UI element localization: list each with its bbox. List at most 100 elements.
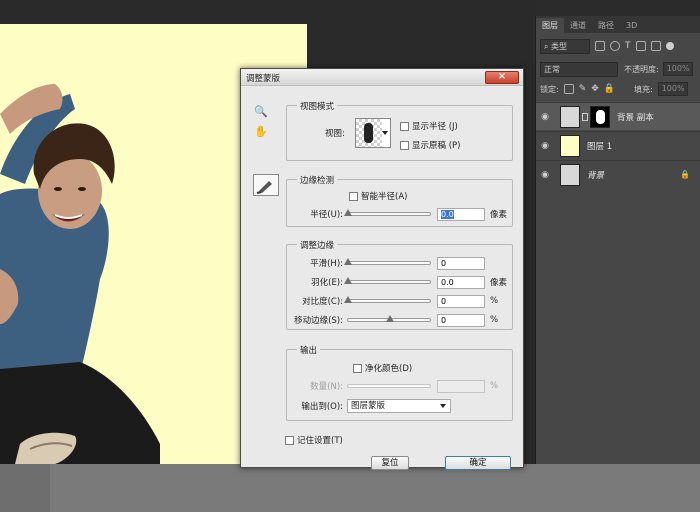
adjust-edge-title: 调整边缘 xyxy=(297,239,338,251)
tab-channels[interactable]: 通道 xyxy=(564,18,592,33)
view-preview-dropdown[interactable] xyxy=(355,118,391,148)
contrast-slider[interactable] xyxy=(344,296,431,303)
reset-button[interactable]: 复位 xyxy=(371,456,409,470)
contrast-input[interactable]: 0 xyxy=(437,294,485,308)
show-original-row[interactable]: 显示原稿 (P) xyxy=(400,138,460,152)
feather-slider[interactable] xyxy=(344,277,431,284)
chain-link-icon[interactable] xyxy=(582,112,588,121)
status-strip-left xyxy=(0,464,50,512)
lock-row: 锁定: ✎ ✥ 🔒 填充: 100% xyxy=(540,81,696,97)
fill-input[interactable]: 100% xyxy=(657,82,688,96)
layers-panel: 图层 通道 路径 3D ⌕ 类型 T 正常 不透明度: 100% 锁定: ✎ ✥… xyxy=(535,16,700,464)
adjust-edge-group: 调整边缘 平滑(H): 0 羽化(E): 0.0 像素 对比度(C): 0 % … xyxy=(286,239,513,330)
output-to-label: 输出到(O): xyxy=(301,402,343,412)
remember-settings-row[interactable]: 记住设置(T) xyxy=(285,433,343,447)
tab-paths[interactable]: 路径 xyxy=(592,18,620,33)
layer-thumbnail xyxy=(560,105,580,128)
opacity-input[interactable]: 100% xyxy=(662,62,693,76)
show-original-checkbox[interactable] xyxy=(400,140,409,150)
pixel-filter-icon[interactable] xyxy=(595,41,605,51)
contrast-unit: % xyxy=(490,296,499,306)
output-group: 输出 净化颜色(D) 数量(N): % 输出到(O): 图层蒙版 xyxy=(286,344,513,421)
radius-input[interactable]: 0.0 xyxy=(437,207,485,221)
smooth-slider-knob[interactable] xyxy=(344,258,352,265)
filter-kind-dropdown[interactable]: ⌕ 类型 xyxy=(540,38,590,54)
decontaminate-label: 净化颜色(D) xyxy=(365,364,413,374)
output-to-dropdown[interactable]: 图层蒙版 xyxy=(347,399,451,413)
feather-input[interactable]: 0.0 xyxy=(437,275,485,289)
shift-edge-row: 移动边缘(S): 0 % xyxy=(287,313,498,327)
show-radius-row[interactable]: 显示半径 (J) xyxy=(400,119,458,133)
smooth-slider[interactable] xyxy=(344,258,431,265)
layer-mask-thumbnail[interactable] xyxy=(590,105,610,128)
smart-object-filter-icon[interactable] xyxy=(650,41,661,51)
amount-label: 数量(N): xyxy=(310,382,343,392)
smooth-label: 平滑(H): xyxy=(310,259,343,269)
show-original-label: 显示原稿 (P) xyxy=(412,141,461,151)
edge-detection-group: 边缘检测 智能半径(A) 半径(U): 0.0 像素 xyxy=(286,174,513,227)
lock-transparent-icon[interactable] xyxy=(563,84,574,94)
refine-radius-tool-button[interactable] xyxy=(253,174,279,196)
layer-name: 图层 1 xyxy=(587,141,613,152)
smooth-input[interactable]: 0 xyxy=(437,256,485,270)
dialog-titlebar[interactable]: 调整蒙版 × xyxy=(241,69,523,86)
status-strip xyxy=(0,464,700,512)
blend-row: 正常 不透明度: 100% xyxy=(540,61,696,77)
decontaminate-checkbox[interactable] xyxy=(353,363,362,373)
ok-button[interactable]: 确定 xyxy=(445,456,511,470)
show-radius-checkbox[interactable] xyxy=(400,121,409,131)
decontaminate-row[interactable]: 净化颜色(D) xyxy=(353,361,412,375)
type-filter-icon[interactable]: T xyxy=(625,41,631,51)
radius-value: 0.0 xyxy=(441,209,454,219)
layer-row-layer1[interactable]: ◉ 图层 1 xyxy=(536,131,700,159)
shift-edge-slider-knob[interactable] xyxy=(386,315,394,322)
dialog-title: 调整蒙版 xyxy=(246,74,281,84)
radius-row: 半径(U): 0.0 像素 xyxy=(287,207,507,221)
radius-slider[interactable] xyxy=(344,209,431,216)
opacity-label: 不透明度: xyxy=(624,64,659,74)
blend-mode-dropdown[interactable]: 正常 xyxy=(540,61,618,77)
filter-toggle-icon[interactable] xyxy=(665,42,674,50)
eye-icon[interactable]: ◉ xyxy=(536,141,554,151)
output-to-value: 图层蒙版 xyxy=(351,401,386,411)
smart-radius-checkbox[interactable] xyxy=(349,191,358,201)
lock-icon: 🔒 xyxy=(680,170,690,179)
zoom-icon[interactable]: 🔍 xyxy=(252,103,270,121)
brush-icon[interactable]: ✎ xyxy=(579,84,587,94)
shape-filter-icon[interactable] xyxy=(635,41,646,51)
layer-name: 背景 xyxy=(587,170,605,181)
eye-icon[interactable]: ◉ xyxy=(536,170,554,180)
amount-unit: % xyxy=(490,381,499,391)
show-radius-label: 显示半径 (J) xyxy=(412,122,458,132)
search-icon: ⌕ xyxy=(544,41,552,51)
fill-label: 填充: xyxy=(634,84,653,94)
contrast-label: 对比度(C): xyxy=(302,297,343,307)
tab-layers[interactable]: 图层 xyxy=(536,18,564,33)
lock-label: 锁定: xyxy=(540,84,559,94)
adjustment-filter-icon[interactable] xyxy=(610,41,620,51)
view-row: 视图: xyxy=(325,126,345,140)
layer-row-background-copy[interactable]: ◉ 背景 副本 xyxy=(536,102,700,130)
contrast-row: 对比度(C): 0 % xyxy=(287,294,498,308)
tab-3d[interactable]: 3D xyxy=(620,18,643,33)
amount-row: 数量(N): % xyxy=(287,379,498,393)
smart-radius-row[interactable]: 智能半径(A) xyxy=(349,189,407,203)
shift-edge-slider[interactable] xyxy=(347,315,431,322)
feather-unit: 像素 xyxy=(490,278,508,288)
amount-slider xyxy=(347,384,431,388)
contrast-slider-knob[interactable] xyxy=(344,296,352,303)
layer-thumbnail xyxy=(560,134,580,157)
move-icon[interactable]: ✥ xyxy=(591,84,599,94)
feather-slider-knob[interactable] xyxy=(344,277,352,284)
feather-row: 羽化(E): 0.0 像素 xyxy=(287,275,507,289)
close-button[interactable]: × xyxy=(485,71,519,84)
hand-icon[interactable]: ✋ xyxy=(252,123,270,141)
remember-settings-checkbox[interactable] xyxy=(285,435,294,445)
layer-name: 背景 副本 xyxy=(617,112,654,123)
lock-icon[interactable]: 🔒 xyxy=(604,84,615,94)
radius-slider-knob[interactable] xyxy=(344,209,352,216)
eye-icon[interactable]: ◉ xyxy=(536,112,554,122)
layer-row-background[interactable]: ◉ 背景 🔒 xyxy=(536,160,700,188)
shift-edge-input[interactable]: 0 xyxy=(437,313,485,327)
chevron-down-icon xyxy=(440,404,446,408)
